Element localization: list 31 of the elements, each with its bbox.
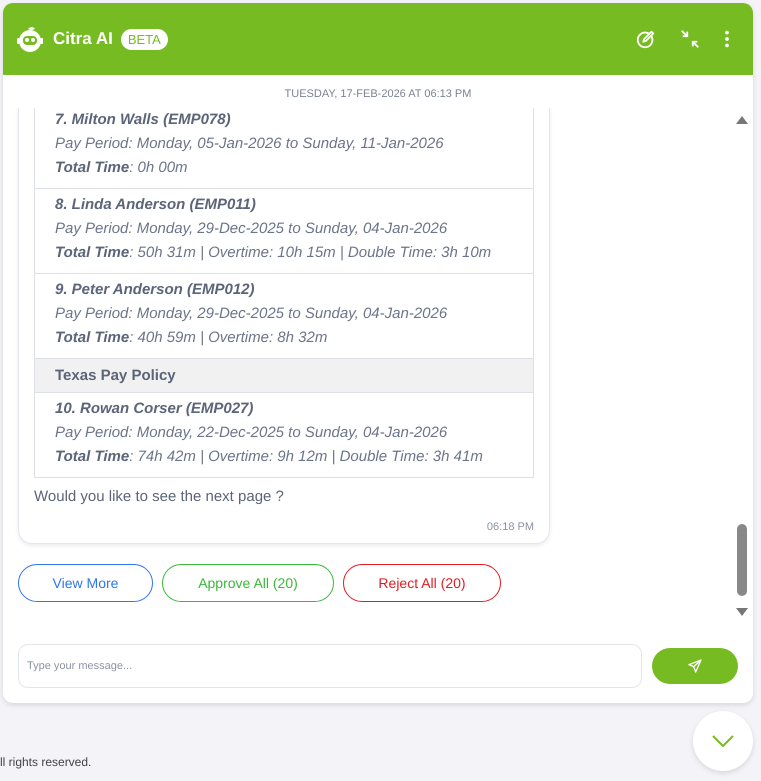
employee-name: 7. Milton Walls (EMP078) [55,110,232,130]
robot-icon [15,24,45,54]
scroll-down-button[interactable] [693,711,753,771]
policy-heading: Texas Pay Policy [35,358,533,392]
beta-badge: BETA [120,28,168,50]
edit-icon[interactable] [635,28,657,50]
message-time: 06:18 PM [486,521,534,533]
message-input[interactable]: Type your message... [18,644,642,688]
employee-name: 10. Rowan Corser (EMP027) [55,399,254,419]
pay-period: Pay Period: Monday, 29-Dec-2025 to Sunday, 04-Jan-2026 [55,219,448,239]
pay-period: Pay Period: Monday, 29-Dec-2025 to Sunday, 04-Jan-2026 [55,304,448,324]
pay-period: Pay Period: Monday, 05-Jan-2026 to Sunday, 11-Jan-2026 [55,134,445,154]
pay-period: Pay Period: Monday, 22-Dec-2025 to Sunday, 04-Jan-2026 [55,423,448,443]
employee-name: 8. Linda Anderson (EMP011) [55,195,257,215]
total-time: Total Time: 40h 59m | Overtime: 8h 32m [55,328,328,348]
copyright-text: ll rights reserved. [0,755,92,769]
total-time: Total Time: 74h 42m | Overtime: 9h 12m | Double Time: 3h 41m [55,447,484,467]
message-text: Would you like to see the next page ? [34,488,285,505]
app-title: Citra AI [53,29,113,49]
minimize-icon[interactable] [679,28,701,50]
more-options-icon[interactable] [723,28,731,50]
view-more-button[interactable]: View More [18,564,153,602]
date-divider: TUESDAY, 17-FEB-2026 AT 06:13 PM [284,87,472,102]
employee-name: 9. Peter Anderson (EMP012) [55,280,256,300]
total-time: Total Time: 0h 00m [55,158,189,178]
total-time: Total Time: 50h 31m | Overtime: 10h 15m | Double Time: 3h 10m [55,243,492,263]
chevron-down-icon [711,734,735,748]
send-icon [687,658,703,674]
send-button[interactable] [652,648,738,684]
approve-button[interactable]: Approve All (20) [162,564,334,602]
reject-button[interactable]: Reject All (20) [343,564,501,602]
